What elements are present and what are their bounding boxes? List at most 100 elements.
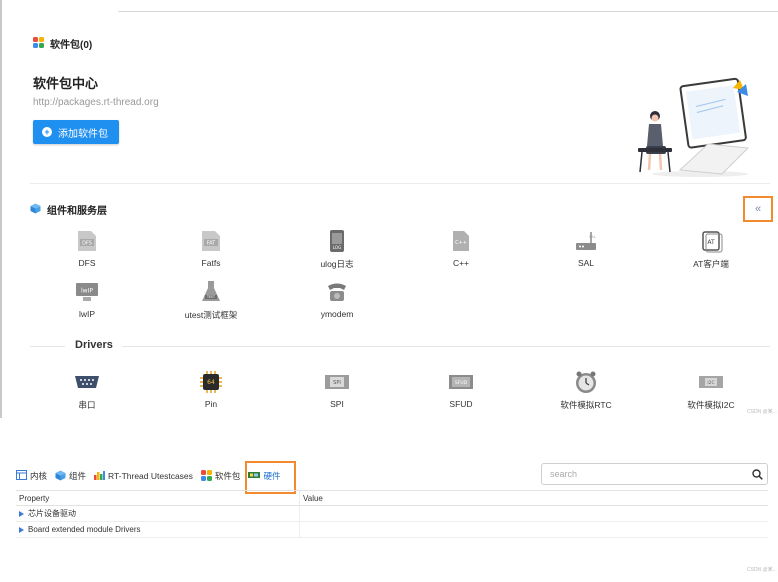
add-package-button[interactable]: + 添加软件包 [33,120,119,144]
watermark: CSDN @某... [747,409,777,415]
sal-badge: SAL [589,235,596,239]
kernel-icon [16,470,27,482]
table-row[interactable]: 芯片设备驱动 [16,506,768,522]
drivers-divider-right [122,346,770,347]
driver-spi[interactable]: SPI SPI [287,369,387,409]
tab-components[interactable]: 组件 [55,470,86,483]
component-sal[interactable]: SAL SAL [536,228,636,268]
collapse-button[interactable]: « [743,196,773,222]
pin-badge: 64 [207,379,215,386]
panel-border [0,0,2,418]
fatfs-icon: FAT [198,228,224,254]
component-label: C++ [452,258,470,268]
drivers-section-title: Drivers [75,339,113,351]
component-cube-icon [55,470,66,483]
ulog-icon: LOG [324,228,350,254]
value-column-header: Value [303,493,323,503]
top-divider [118,11,778,12]
driver-pin[interactable]: 64 Pin [161,369,261,409]
telephone-icon [324,279,350,305]
plus-icon: + [42,127,52,137]
lwip-icon: lwIP [74,279,100,305]
dfs-badge: DFS [82,241,92,247]
component-label: ymodem [320,309,354,319]
tab-utestcases[interactable]: RT-Thread Utestcases [94,470,193,482]
driver-label: SPI [330,399,344,409]
spi-icon: SPI [324,369,350,395]
property-column-header: Property [16,491,300,505]
property-cell: 芯片设备驱动 [16,506,300,521]
component-at-client[interactable]: AT AT客户端 [661,228,761,270]
driver-serial[interactable]: 串口 [37,369,137,411]
dfs-icon: DFS [74,228,100,254]
component-ulog[interactable]: LOG ulog日志 [287,228,387,270]
component-label: DFS [78,258,96,268]
driver-sfud[interactable]: SFUD SFUD [411,369,511,409]
driver-label: Pin [204,399,218,409]
property-table: Property Value 芯片设备驱动 Board extended mod… [16,490,768,538]
sal-icon: SAL [573,228,599,254]
drivers-divider-left [30,346,65,347]
serial-port-icon [74,369,100,395]
tab-label: RT-Thread Utestcases [108,471,193,481]
watermark: CSDN @某... [747,567,777,573]
lwip-badge: lwIP [81,288,93,295]
driver-label: 软件模拟RTC [560,400,612,410]
table-header: Property Value [16,490,768,506]
at-badge: AT [707,239,715,246]
tab-packages[interactable]: 软件包 [200,469,241,483]
tab-kernel[interactable]: 内核 [16,470,47,482]
cube-icon [30,203,41,217]
package-icon [200,469,212,483]
component-label: SAL [577,258,595,268]
package-center-url[interactable]: http://packages.rt-thread.org [33,97,159,108]
search-icon[interactable] [747,468,767,480]
sfud-icon: SFUD [448,369,474,395]
component-label: utest测试框架 [184,310,238,320]
person-with-monitor-illustration [630,74,750,178]
component-dfs[interactable]: DFS DFS [37,228,137,268]
property-name: Board extended module Drivers [28,525,141,534]
services-header-label: 组件和服务层 [47,206,107,217]
i2c-badge: I2C [707,380,714,386]
search-input[interactable] [542,464,747,484]
utest-badge: TEST [206,295,215,299]
add-package-label: 添加软件包 [58,128,108,140]
component-ymodem[interactable]: ymodem [287,279,387,319]
expand-arrow-icon[interactable] [19,510,24,517]
table-row[interactable]: Board extended module Drivers [16,522,768,538]
rtc-clock-icon [573,369,599,395]
settings-panel: 软件包(0) 软件包中心 http://packages.rt-thread.o… [0,0,778,418]
driver-label: 软件模拟I2C [687,400,735,410]
ulog-badge: LOG [333,245,341,250]
package-center-title: 软件包中心 [33,77,99,92]
component-cpp[interactable]: C++ C++ [411,228,511,268]
tab-label: 软件包 [214,471,241,481]
component-lwip[interactable]: lwIP lwIP [37,279,137,319]
driver-soft-rtc[interactable]: 软件模拟RTC [536,369,636,411]
pin-chip-icon: 64 [198,369,224,395]
expand-arrow-icon[interactable] [19,526,24,533]
tab-label: 内核 [30,471,48,481]
driver-soft-i2c[interactable]: I2C 软件模拟I2C [661,369,761,411]
property-cell: Board extended module Drivers [16,522,300,537]
component-label: AT客户端 [693,259,729,269]
utest-flask-icon: TEST [198,279,224,305]
value-cell[interactable] [300,522,768,537]
component-utest[interactable]: TEST utest测试框架 [161,279,261,321]
fatfs-badge: FAT [207,241,216,247]
component-label: ulog日志 [320,259,354,269]
value-cell[interactable] [300,506,768,521]
driver-label: SFUD [449,399,473,409]
packages-header: 软件包(0) [33,36,92,51]
spi-badge: SPI [333,380,341,386]
component-fatfs[interactable]: FAT Fatfs [161,228,261,268]
component-label: lwIP [78,309,96,319]
tab-label: 组件 [69,471,87,481]
sfud-badge: SFUD [455,380,468,386]
driver-label: 串口 [78,400,96,410]
services-header: 组件和服务层 [30,202,107,217]
utestcases-icon [94,470,106,482]
packages-colorful-icon [33,36,44,51]
section-divider [30,183,770,184]
